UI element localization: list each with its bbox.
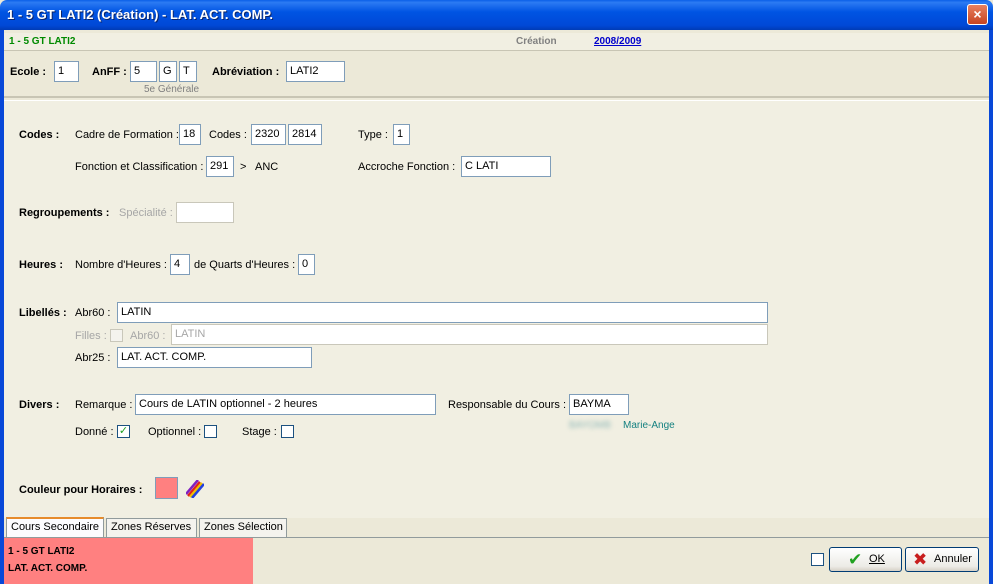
type-input[interactable]: 1 xyxy=(393,124,410,145)
abr60-label: Abr60 : xyxy=(75,307,111,319)
regroupements-section-label: Regroupements : xyxy=(19,207,110,219)
accroche-input[interactable]: C LATI xyxy=(461,156,551,177)
summary-box: 1 - 5 GT LATI2 LAT. ACT. COMP. xyxy=(4,538,253,584)
ok-label: OK xyxy=(869,553,885,565)
remarque-label: Remarque : xyxy=(75,399,133,411)
fonction-label: Fonction et Classification : xyxy=(75,161,204,173)
cadre-input[interactable]: 18 xyxy=(179,124,201,145)
window-title: 1 - 5 GT LATI2 (Création) - LAT. ACT. CO… xyxy=(7,7,274,22)
anff-label: AnFF : xyxy=(92,66,127,78)
anff-input-3[interactable]: T xyxy=(179,61,197,82)
abr25-input[interactable]: LAT. ACT. COMP. xyxy=(117,347,312,368)
abr25-label: Abr25 : xyxy=(75,352,111,364)
quarts-heures-label: de Quarts d'Heures : xyxy=(194,259,296,271)
optionnel-checkbox[interactable] xyxy=(204,425,217,438)
nombre-heures-input[interactable]: 4 xyxy=(170,254,190,275)
codes-input-2[interactable]: 2814 xyxy=(288,124,322,145)
donne-checkbox[interactable]: ✓ xyxy=(117,425,130,438)
couleur-label: Couleur pour Horaires : xyxy=(19,484,143,496)
ecole-label: Ecole : xyxy=(10,66,47,78)
header-code: 1 - 5 GT LATI2 xyxy=(9,36,76,47)
heures-section-label: Heures : xyxy=(19,259,64,271)
responsable-firstname: Marie-Ange xyxy=(623,420,675,431)
header-strip: 1 - 5 GT LATI2 Création 2008/2009 xyxy=(4,33,989,51)
summary-line-1: 1 - 5 GT LATI2 xyxy=(8,546,75,557)
optionnel-label: Optionnel : xyxy=(148,426,202,438)
cancel-button[interactable]: ✖ Annuler xyxy=(905,547,979,572)
abbreviation-input[interactable]: LATI2 xyxy=(286,61,345,82)
codes-section-label: Codes : xyxy=(19,129,60,141)
filles-label: Filles : xyxy=(75,330,107,342)
specialite-input[interactable] xyxy=(176,202,234,223)
close-button[interactable]: × xyxy=(967,4,988,25)
accroche-label: Accroche Fonction : xyxy=(358,161,456,173)
libelles-section-label: Libellés : xyxy=(19,307,67,319)
ecole-input[interactable]: 1 xyxy=(54,61,79,82)
donne-label: Donné : xyxy=(75,426,114,438)
filles-checkbox[interactable] xyxy=(110,329,123,342)
tab-cours-secondaire[interactable]: Cours Secondaire xyxy=(6,517,104,538)
remarque-input[interactable]: Cours de LATIN optionnel - 2 heures xyxy=(135,394,436,415)
bottom-checkbox[interactable] xyxy=(811,553,824,566)
check-icon: ✓ xyxy=(118,425,129,437)
title-bar[interactable]: 1 - 5 GT LATI2 (Création) - LAT. ACT. CO… xyxy=(0,0,993,30)
fonction-input[interactable]: 291 xyxy=(206,156,234,177)
nombre-heures-label: Nombre d'Heures : xyxy=(75,259,167,271)
anff-description: 5e Générale xyxy=(144,84,200,95)
header-year-link[interactable]: 2008/2009 xyxy=(594,36,641,47)
type-label: Type : xyxy=(358,129,388,141)
codes-input-1[interactable]: 2320 xyxy=(251,124,286,145)
window-frame-right xyxy=(989,30,993,584)
abbreviation-label: Abréviation : xyxy=(212,66,280,78)
check-icon: ✔ xyxy=(848,550,863,569)
fonction-class: ANC xyxy=(255,161,279,173)
header-mode: Création xyxy=(516,36,557,47)
color-palette-icon[interactable] xyxy=(185,479,205,499)
stage-label: Stage : xyxy=(242,426,277,438)
anff-input-1[interactable]: 5 xyxy=(130,61,157,82)
cancel-label: Annuler xyxy=(934,553,972,565)
ok-button[interactable]: ✔ OK xyxy=(829,547,902,572)
abr60-input[interactable]: LATIN xyxy=(117,302,768,323)
filles-abr60-input[interactable]: LATIN xyxy=(171,324,768,345)
responsable-lastname: BAYOMB xyxy=(569,420,612,431)
cross-icon: ✖ xyxy=(913,550,928,569)
stage-checkbox[interactable] xyxy=(281,425,294,438)
specialite-label: Spécialité : xyxy=(119,207,173,219)
filles-abr60-label: Abr60 : xyxy=(130,330,166,342)
summary-line-2: LAT. ACT. COMP. xyxy=(8,563,88,574)
cadre-label: Cadre de Formation : xyxy=(75,129,179,141)
responsable-label: Responsable du Cours : xyxy=(448,399,567,411)
codes-label: Codes : xyxy=(209,129,247,141)
fonction-arrow: > xyxy=(240,161,247,173)
divers-section-label: Divers : xyxy=(19,399,60,411)
quarts-heures-input[interactable]: 0 xyxy=(298,254,315,275)
anff-input-2[interactable]: G xyxy=(159,61,177,82)
tab-zones-selection[interactable]: Zones Sélection xyxy=(199,518,287,537)
tab-zones-reserves[interactable]: Zones Réserves xyxy=(106,518,197,537)
close-icon: × xyxy=(973,6,982,22)
responsable-input[interactable]: BAYMA xyxy=(569,394,629,415)
color-swatch[interactable] xyxy=(155,477,178,499)
